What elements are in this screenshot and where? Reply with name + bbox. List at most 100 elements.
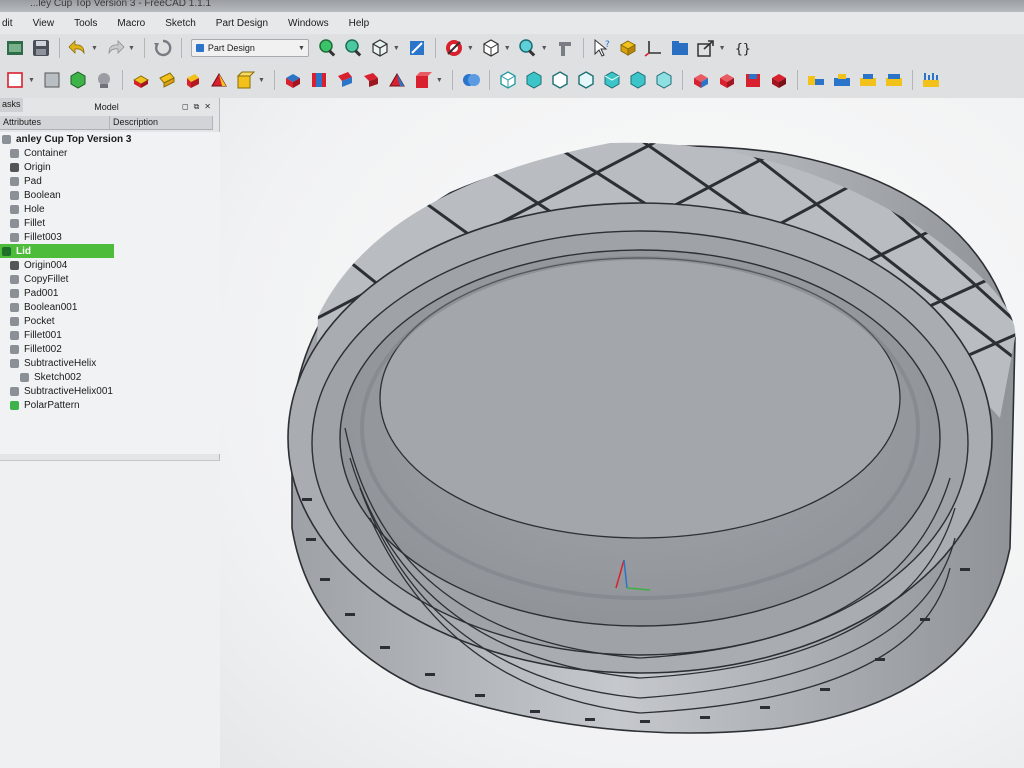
revolve-icon[interactable] (156, 69, 178, 91)
additive-ellipsoid-icon[interactable] (601, 69, 623, 91)
workbench-selector[interactable]: Part Design ▼ (190, 39, 309, 57)
zoom-fit-icon[interactable] (317, 37, 339, 59)
menu-view[interactable]: View (23, 18, 65, 29)
tree-item[interactable]: Fillet003 (0, 230, 62, 244)
menu-edit[interactable]: dit (0, 18, 23, 29)
chevron-down-icon[interactable]: ▼ (28, 77, 35, 84)
additive-box-icon[interactable] (497, 69, 519, 91)
additive-sphere-icon[interactable] (549, 69, 571, 91)
tree-item[interactable]: Pad001 (0, 286, 58, 300)
subtractive-cylinder-icon[interactable] (716, 69, 738, 91)
chevron-down-icon[interactable]: ▼ (393, 45, 400, 52)
part-icon[interactable] (617, 37, 639, 59)
mirror-icon[interactable] (920, 69, 942, 91)
menu-tools[interactable]: Tools (64, 18, 107, 29)
zoom-selection-icon[interactable] (343, 37, 365, 59)
tree-item[interactable]: PolarPattern (0, 398, 80, 412)
save-icon[interactable] (30, 37, 52, 59)
chevron-down-icon[interactable]: ▼ (258, 77, 265, 84)
chevron-down-icon[interactable]: ▼ (504, 45, 511, 52)
whats-this-icon[interactable]: ? (591, 37, 613, 59)
chevron-down-icon[interactable]: ▼ (436, 77, 443, 84)
pad-icon[interactable] (130, 69, 152, 91)
chevron-down-icon[interactable]: ▼ (128, 45, 135, 52)
menu-macro[interactable]: Macro (107, 18, 155, 29)
tree-item[interactable]: Fillet (0, 216, 45, 230)
tree-item[interactable]: Origin (0, 160, 51, 174)
menu-help[interactable]: Help (339, 18, 380, 29)
measure-icon[interactable] (406, 37, 428, 59)
body-feature-icon[interactable] (67, 69, 89, 91)
hole-icon[interactable] (308, 69, 330, 91)
tree-item[interactable]: Boolean001 (0, 300, 77, 314)
tree-item[interactable]: SubtractiveHelix001 (0, 384, 113, 398)
loft-icon[interactable] (182, 69, 204, 91)
draw-style-icon[interactable] (443, 37, 465, 59)
fillet-icon[interactable] (805, 69, 827, 91)
toolbar-separator (180, 38, 182, 58)
subtractive-pipe-icon[interactable] (386, 69, 408, 91)
tree-item[interactable]: Origin004 (0, 258, 67, 272)
column-description[interactable]: Description (110, 116, 213, 129)
subtractive-box-icon[interactable] (690, 69, 712, 91)
tree-item[interactable]: Pad (0, 174, 42, 188)
menu-part-design[interactable]: Part Design (206, 18, 278, 29)
subtractive-helix-icon[interactable] (412, 69, 434, 91)
additive-cylinder-icon[interactable] (523, 69, 545, 91)
tree-item[interactable]: Sketch002 (0, 370, 81, 384)
tree-item[interactable]: Pocket (0, 314, 55, 328)
tree-item[interactable]: Hole (0, 202, 45, 216)
chamfer-icon[interactable] (831, 69, 853, 91)
measure-tool-icon[interactable] (554, 37, 576, 59)
menu-windows[interactable]: Windows (278, 18, 339, 29)
additive-prism-icon[interactable] (653, 69, 675, 91)
undo-icon[interactable] (67, 37, 89, 59)
clone-icon[interactable] (41, 69, 63, 91)
model-lid-render[interactable] (220, 98, 1024, 768)
helix-icon[interactable] (234, 69, 256, 91)
open-icon[interactable] (4, 37, 26, 59)
column-attributes[interactable]: Attributes (0, 116, 110, 129)
chevron-down-icon[interactable]: ▼ (467, 45, 474, 52)
thickness-icon[interactable] (883, 69, 905, 91)
redo-icon[interactable] (104, 37, 126, 59)
tree-item[interactable]: Container (0, 146, 67, 160)
tree-item[interactable]: Fillet002 (0, 342, 62, 356)
additive-cone-icon[interactable] (575, 69, 597, 91)
groove-icon[interactable] (334, 69, 356, 91)
3d-viewport[interactable] (220, 98, 1024, 768)
macro-icon[interactable]: {} (732, 37, 754, 59)
tree-item[interactable]: SubtractiveHelix (0, 356, 96, 370)
float-icon[interactable]: ⧉ (194, 102, 200, 112)
tree-item[interactable]: Lid (0, 244, 114, 258)
pocket-icon[interactable] (282, 69, 304, 91)
chevron-down-icon[interactable]: ▼ (91, 45, 98, 52)
additive-torus-icon[interactable] (627, 69, 649, 91)
tree-item-label: Fillet001 (24, 329, 62, 341)
bounding-box-icon[interactable] (480, 37, 502, 59)
subtractive-sphere-icon[interactable] (742, 69, 764, 91)
menu-sketch[interactable]: Sketch (155, 18, 206, 29)
folder-icon[interactable] (669, 37, 691, 59)
new-body-icon[interactable] (4, 69, 26, 91)
shapebinder-icon[interactable] (93, 69, 115, 91)
close-icon[interactable]: ✕ (204, 102, 211, 112)
subtractive-cone-icon[interactable] (768, 69, 790, 91)
link-icon[interactable] (695, 37, 717, 59)
tree-item[interactable]: anley Cup Top Version 3 (0, 132, 131, 146)
tree-item[interactable]: Fillet001 (0, 328, 62, 342)
pipe-icon[interactable] (208, 69, 230, 91)
zoom-icon[interactable] (517, 37, 539, 59)
tree-item[interactable]: Boolean (0, 188, 61, 202)
axis-icon[interactable] (643, 37, 665, 59)
view-cube-icon[interactable] (369, 37, 391, 59)
tree-item[interactable]: CopyFillet (0, 272, 68, 286)
refresh-icon[interactable] (152, 37, 174, 59)
chevron-down-icon[interactable]: ▼ (719, 45, 726, 52)
subtractive-loft-icon[interactable] (360, 69, 382, 91)
draft-icon[interactable] (857, 69, 879, 91)
restore-icon[interactable]: ◻ (182, 102, 189, 112)
toolbar-separator (121, 70, 123, 90)
boolean-icon[interactable] (460, 69, 482, 91)
chevron-down-icon[interactable]: ▼ (541, 45, 548, 52)
